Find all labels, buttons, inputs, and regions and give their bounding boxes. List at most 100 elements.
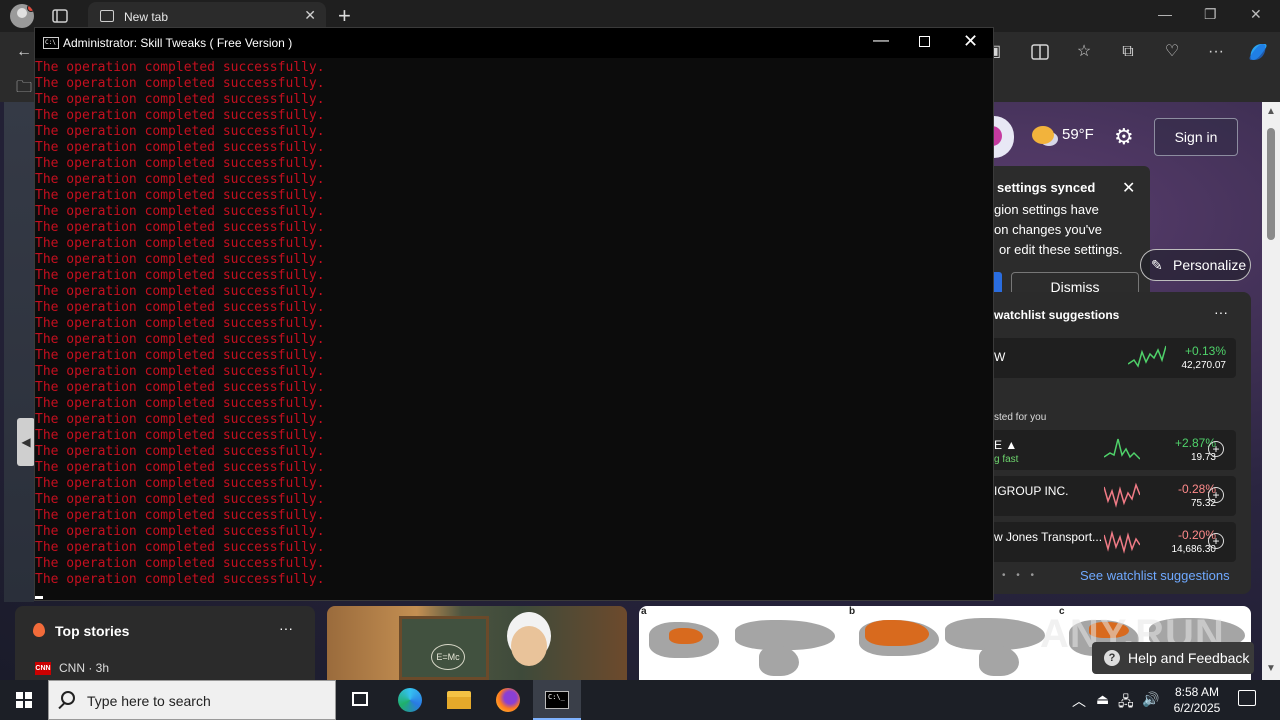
watchlist-card: watchlist suggestions ··· W +0.13% 42,27… [994, 292, 1251, 594]
settings-gear-icon[interactable]: ⚙ [1114, 124, 1134, 150]
console-line: The operation completed successfully. [35, 140, 325, 155]
scroll-up-icon[interactable]: ▲ [1266, 106, 1276, 117]
clock-time: 8:58 AM [1174, 685, 1220, 699]
flame-icon [33, 623, 45, 637]
more-icon[interactable]: ··· [1204, 40, 1228, 64]
console-maximize-button[interactable] [919, 36, 930, 47]
browser-close-button[interactable]: ✕ [1250, 6, 1262, 23]
watchlist-title: watchlist suggestions [994, 308, 1120, 322]
popup-title: settings synced [997, 180, 1096, 195]
tab-actions-icon[interactable] [50, 6, 70, 26]
close-icon[interactable]: ✕ [1122, 178, 1135, 198]
console-title: Administrator: Skill Tweaks ( Free Versi… [63, 36, 293, 50]
favorites-icon[interactable]: ☆ [1072, 40, 1096, 64]
add-to-watchlist-icon[interactable]: + [1208, 441, 1224, 457]
file-explorer-taskbar-button[interactable] [435, 680, 483, 720]
browser-essentials-icon[interactable]: ♡ [1160, 40, 1184, 64]
copilot-icon[interactable] [1246, 40, 1270, 64]
console-line: The operation completed successfully. [35, 124, 325, 139]
browser-restore-button[interactable]: ❐ [1204, 6, 1217, 23]
carousel-prev-button[interactable]: ◀ [17, 418, 35, 466]
cmd-taskbar-button[interactable]: C:\_ [533, 680, 581, 720]
stock-name: IGROUP INC. [994, 484, 1069, 498]
scroll-down-icon[interactable]: ▼ [1266, 663, 1276, 674]
tab-close-icon[interactable]: ✕ [304, 7, 316, 24]
popup-line-3: or edit these settings. [999, 242, 1123, 257]
firefox-icon [496, 688, 520, 712]
console-line: The operation completed successfully. [35, 524, 325, 539]
console-line: The operation completed successfully. [35, 268, 325, 283]
sparkline-icon [1104, 438, 1140, 460]
help-feedback-button[interactable]: ? Help and Feedback [1092, 642, 1254, 674]
start-button[interactable] [0, 680, 48, 720]
page-background-strip [4, 102, 34, 602]
back-icon[interactable]: ← [12, 40, 36, 64]
tray-overflow-icon[interactable]: ︿ [1072, 691, 1086, 711]
notifications-icon[interactable] [1238, 690, 1256, 706]
console-line: The operation completed successfully. [35, 508, 325, 523]
stock-row[interactable]: E ▲ g fast +2.87% 19.73 + [994, 430, 1236, 470]
new-tab-page-icon [100, 10, 114, 22]
stock-name: E ▲ [994, 438, 1018, 452]
cnn-logo-icon: CNN [35, 662, 51, 675]
console-line: The operation completed successfully. [35, 572, 325, 587]
see-watchlist-link[interactable]: See watchlist suggestions [1080, 568, 1230, 583]
sign-in-button[interactable]: Sign in [1154, 118, 1238, 156]
taskbar-search-box[interactable]: Type here to search [48, 680, 336, 720]
stock-row[interactable]: IGROUP INC. -0.28% 75.32 + [994, 476, 1236, 516]
stock-price: 42,270.07 [1181, 360, 1227, 371]
profile-avatar[interactable] [10, 4, 34, 28]
scrollbar-thumb[interactable] [1267, 128, 1275, 240]
console-line: The operation completed successfully. [35, 348, 325, 363]
collections-icon[interactable]: ⧉ [1116, 40, 1140, 64]
console-line: The operation completed successfully. [35, 412, 325, 427]
console-line: The operation completed successfully. [35, 236, 325, 251]
console-line: The operation completed successfully. [35, 444, 325, 459]
cmd-icon: C:\ [43, 37, 59, 49]
console-window[interactable]: C:\ Administrator: Skill Tweaks ( Free V… [34, 27, 994, 601]
new-tab-button[interactable]: + [338, 3, 351, 29]
suggested-label: sted for you [994, 412, 1047, 423]
personalize-button[interactable]: ✎ Personalize [1140, 249, 1251, 281]
console-line: The operation completed successfully. [35, 332, 325, 347]
search-icon [61, 691, 75, 705]
console-minimize-button[interactable]: — [873, 32, 889, 50]
console-title-bar[interactable]: C:\ Administrator: Skill Tweaks ( Free V… [35, 28, 993, 58]
add-to-watchlist-icon[interactable]: + [1208, 533, 1224, 549]
stock-row[interactable]: w Jones Transport... -0.20% 14,686.30 + [994, 522, 1236, 562]
folder-icon[interactable]: 🗀 [12, 76, 36, 100]
news-image-card[interactable]: E=Mc [327, 606, 627, 680]
pencil-icon: ✎ [1151, 257, 1163, 273]
console-line: The operation completed successfully. [35, 172, 325, 187]
console-close-button[interactable]: ✕ [963, 31, 978, 52]
weather-temp: 59°F [1062, 126, 1094, 143]
browser-minimize-button[interactable]: — [1158, 6, 1172, 22]
split-screen-icon[interactable] [1028, 40, 1052, 64]
add-to-watchlist-icon[interactable]: + [1208, 487, 1224, 503]
volume-icon[interactable]: 🔊 [1142, 691, 1159, 708]
task-view-button[interactable] [336, 680, 384, 720]
edge-taskbar-button[interactable] [386, 680, 434, 720]
console-line: The operation completed successfully. [35, 92, 325, 107]
console-cursor [35, 596, 43, 599]
usb-icon[interactable]: ⏏ [1096, 691, 1109, 708]
stock-row[interactable]: W +0.13% 42,270.07 [994, 338, 1236, 378]
partly-cloudy-icon [1032, 126, 1054, 145]
windows-logo-icon [16, 692, 32, 708]
personalize-label: Personalize [1173, 257, 1247, 273]
console-line: The operation completed successfully. [35, 476, 325, 491]
console-line: The operation completed successfully. [35, 188, 325, 203]
network-icon[interactable]: 🖧 [1118, 691, 1134, 715]
taskbar-clock[interactable]: 8:58 AM 6/2/2025 [1162, 684, 1232, 716]
help-label: Help and Feedback [1128, 650, 1250, 666]
stock-sub: g fast [994, 454, 1019, 465]
weather-widget[interactable]: 59°F [1032, 126, 1094, 145]
firefox-taskbar-button[interactable] [484, 680, 532, 720]
watchlist-more-icon[interactable]: ··· [1214, 304, 1228, 320]
stock-name: W [994, 350, 1006, 364]
top-stories-more-icon[interactable]: ··· [279, 620, 293, 636]
console-line: The operation completed successfully. [35, 252, 325, 267]
console-output[interactable]: The operation completed successfully. The… [35, 60, 993, 600]
page-scrollbar[interactable]: ▲ ▼ [1262, 102, 1280, 680]
console-line: The operation completed successfully. [35, 460, 325, 475]
